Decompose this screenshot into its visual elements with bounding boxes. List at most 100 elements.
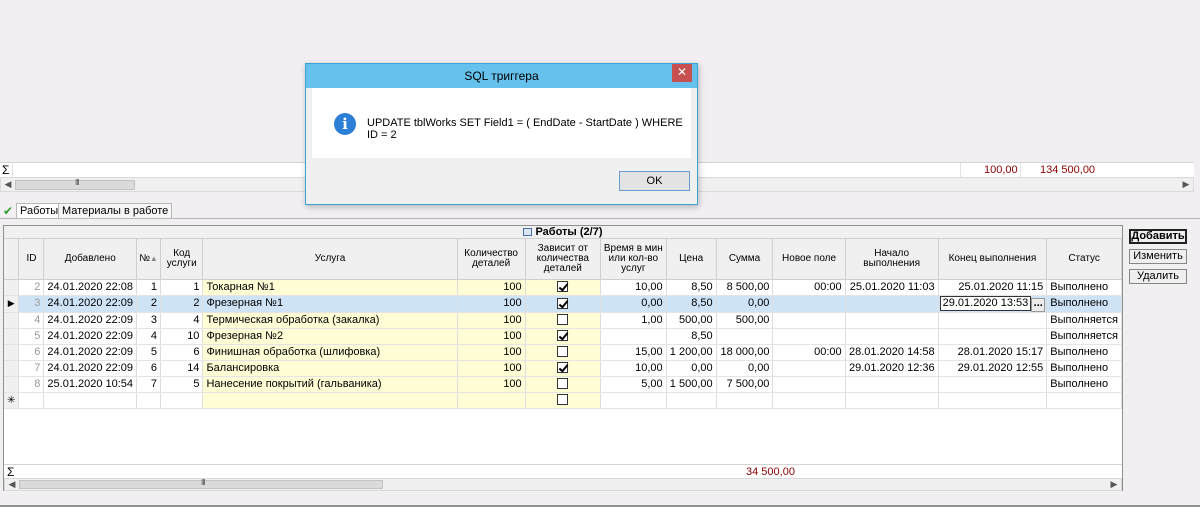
new-cell-num[interactable] [136,392,161,409]
cell-start[interactable] [845,295,939,313]
cell-newfield[interactable]: 00:00 [772,344,846,361]
cell-sum[interactable]: 18 000,00 [716,344,774,361]
cell-status[interactable]: Выполнено [1046,295,1122,313]
col-code[interactable]: Код услуги [160,239,204,280]
cell-depends[interactable] [525,328,601,345]
cell-id[interactable]: 8 [18,376,45,393]
checkbox-checked[interactable] [557,297,569,309]
cell-status[interactable]: Выполняется [1046,328,1122,345]
cell-start[interactable]: 28.01.2020 14:58 [845,344,939,361]
cell-time[interactable]: 10,00 [600,279,667,296]
new-cell-depends[interactable] [525,392,601,409]
cell-added[interactable]: 24.01.2020 22:09 [43,360,138,377]
new-cell-start[interactable] [845,392,939,409]
cell-service[interactable]: Балансировка [202,360,458,377]
cell-status[interactable]: Выполнено [1046,344,1122,361]
cell-depends[interactable] [525,376,601,393]
new-cell-end[interactable] [938,392,1048,409]
cell-status[interactable]: Выполнено [1046,376,1122,393]
cell-end[interactable]: 29.01.2020 13:53... [938,295,1048,313]
tab-works[interactable]: Работы [16,203,63,219]
new-cell-price[interactable] [666,392,717,409]
delete-button[interactable]: Удалить [1129,269,1187,284]
row-indicator[interactable] [4,312,20,329]
cell-qty[interactable]: 100 [457,279,526,296]
cell-end[interactable]: 28.01.2020 15:17 [938,344,1048,361]
cell-sum[interactable] [716,328,774,345]
row-indicator[interactable]: ▶ [4,295,20,313]
new-cell-added[interactable] [43,392,138,409]
cell-end[interactable] [938,312,1048,329]
cell-price[interactable]: 8,50 [666,295,717,313]
cell-depends[interactable] [525,360,601,377]
cell-added[interactable]: 24.01.2020 22:09 [43,328,138,345]
scroll-thumb[interactable]: III [19,478,383,489]
cell-status[interactable]: Выполняется [1046,312,1122,329]
cell-newfield[interactable] [772,328,846,345]
table-row[interactable]: 4 24.01.2020 22:09 3 4 Термическая обработка… [4,312,1122,329]
cell-price[interactable]: 8,50 [666,279,717,296]
cell-sum[interactable]: 8 500,00 [716,279,774,296]
cell-num[interactable]: 4 [136,328,161,345]
cell-time[interactable]: 0,00 [600,295,667,313]
cell-depends[interactable] [525,312,601,329]
col-service[interactable]: Услуга [202,239,458,280]
add-button[interactable]: Добавить [1129,229,1187,244]
cell-code[interactable]: 5 [160,376,204,393]
cell-qty[interactable]: 100 [457,312,526,329]
col-end[interactable]: Конец выполнения [938,239,1048,280]
table-row[interactable]: 6 24.01.2020 22:09 5 6 Финишная обработка (ш… [4,344,1122,361]
table-row[interactable]: 5 24.01.2020 22:09 4 10 Фрезерная №2 100 8,50 В… [4,328,1122,345]
new-cell-id[interactable] [18,392,45,409]
end-date-editor[interactable]: 29.01.2020 13:53 [939,295,1032,311]
col-sum[interactable]: Сумма [716,239,774,280]
cell-newfield[interactable] [772,295,846,313]
new-cell-service[interactable] [202,392,458,409]
cell-sum[interactable]: 0,00 [716,295,774,313]
cell-time[interactable]: 15,00 [600,344,667,361]
cell-price[interactable]: 1 500,00 [666,376,717,393]
col-newfield[interactable]: Новое поле [772,239,846,280]
cell-qty[interactable]: 100 [457,360,526,377]
row-indicator[interactable] [4,279,20,296]
cell-newfield[interactable]: 00:00 [772,279,846,296]
close-icon[interactable]: ✕ [672,64,692,82]
cell-id[interactable]: 7 [18,360,45,377]
cell-qty[interactable]: 100 [457,328,526,345]
cell-code[interactable]: 2 [160,295,204,313]
cell-newfield[interactable] [772,376,846,393]
col-start[interactable]: Начало выполнения [845,239,939,280]
new-cell-sum[interactable] [716,392,774,409]
cell-service[interactable]: Токарная №1 [202,279,458,296]
row-indicator[interactable] [4,376,20,393]
cell-num[interactable]: 7 [136,376,161,393]
cell-start[interactable] [845,328,939,345]
new-cell-code[interactable] [160,392,204,409]
cell-num[interactable]: 3 [136,312,161,329]
cell-sum[interactable]: 500,00 [716,312,774,329]
ellipsis-button[interactable]: ... [1031,297,1046,311]
col-time[interactable]: Время в мин или кол-во услуг [600,239,667,280]
cell-status[interactable]: Выполнено [1046,360,1122,377]
cell-id[interactable]: 6 [18,344,45,361]
edit-button[interactable]: Изменить [1129,249,1187,264]
cell-added[interactable]: 24.01.2020 22:09 [43,295,138,313]
col-qty[interactable]: Количество деталей [457,239,526,280]
col-status[interactable]: Статус [1046,239,1122,280]
cell-newfield[interactable] [772,360,846,377]
cell-qty[interactable]: 100 [457,344,526,361]
col-added[interactable]: Добавлено [43,239,138,280]
cell-qty[interactable]: 100 [457,376,526,393]
row-indicator[interactable] [4,328,20,345]
cell-added[interactable]: 24.01.2020 22:09 [43,344,138,361]
checkbox-checked[interactable] [557,281,569,293]
cell-depends[interactable] [525,344,601,361]
col-id[interactable]: ID [18,239,45,280]
cell-end[interactable] [938,328,1048,345]
cell-newfield[interactable] [772,312,846,329]
cell-num[interactable]: 2 [136,295,161,313]
cell-service[interactable]: Термическая обработка (закалка) [202,312,458,329]
new-cell-time[interactable] [600,392,667,409]
cell-qty[interactable]: 100 [457,295,526,313]
col-num[interactable]: №▲ [136,239,161,280]
